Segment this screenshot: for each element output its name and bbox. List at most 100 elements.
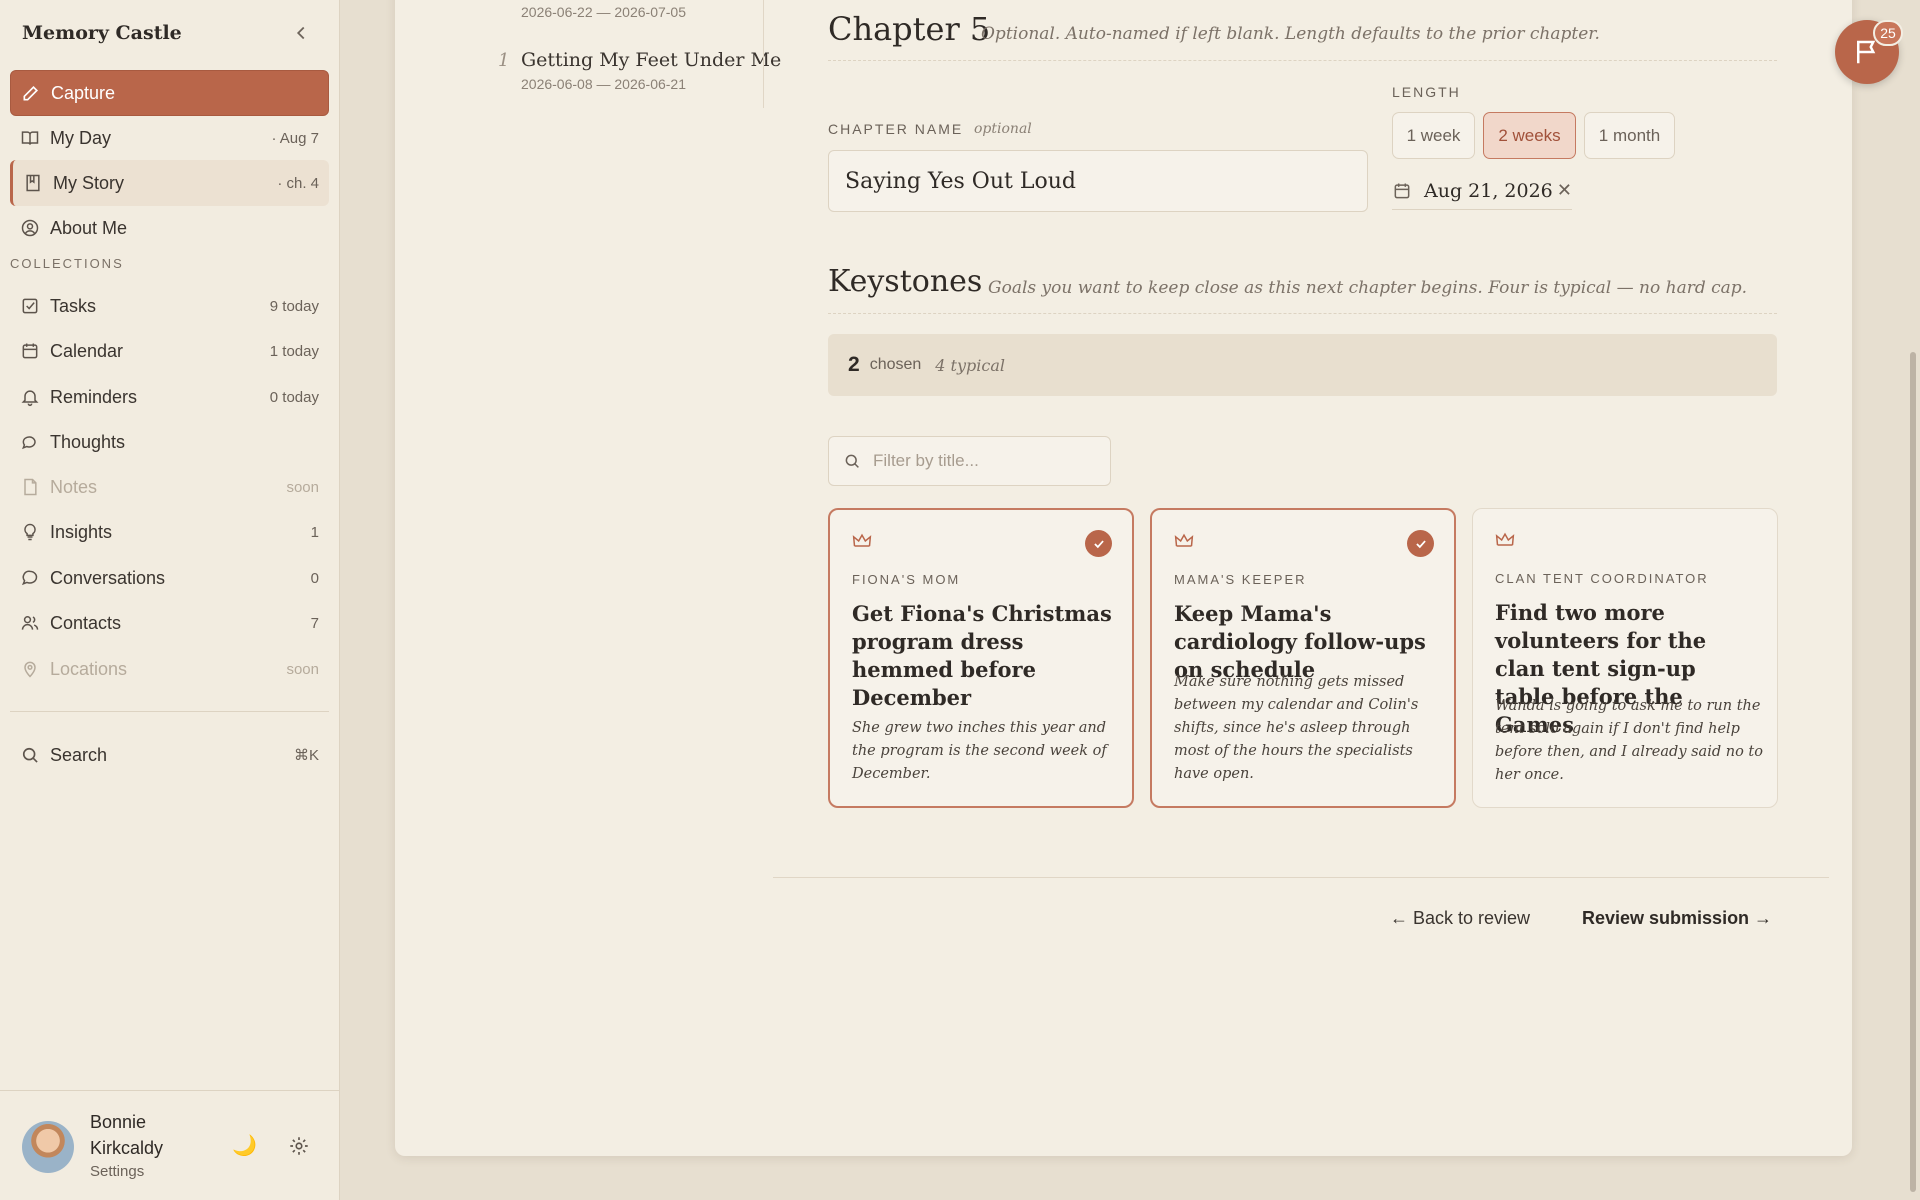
gear-icon[interactable] xyxy=(288,1135,310,1157)
sidebar-item-about-me[interactable]: About Me xyxy=(10,205,329,251)
review-submission-button[interactable]: Review submission → xyxy=(1582,908,1772,929)
sidebar-item-label: Calendar xyxy=(50,340,124,361)
keystone-card[interactable]: CLAN TENT COORDINATOR Find two more volu… xyxy=(1472,508,1778,808)
keystones-hint: Goals you want to keep close as this nex… xyxy=(988,278,1748,298)
sidebar-item-calendar[interactable]: Calendar 1 today xyxy=(10,328,329,374)
sidebar-item-label: About Me xyxy=(50,217,128,238)
length-option-1-week[interactable]: 1 week xyxy=(1392,112,1475,159)
search-label: Search xyxy=(50,744,108,765)
filter-placeholder: Filter by title... xyxy=(873,451,979,470)
note-icon xyxy=(24,478,37,496)
keystone-card[interactable]: FIONA'S MOM Get Fiona's Christmas progra… xyxy=(828,508,1134,808)
sidebar-item-locations: Locations soon xyxy=(10,646,329,692)
keystones-rule xyxy=(828,313,1777,314)
chapter-hint: Optional. Auto-named if left blank. Leng… xyxy=(981,24,1600,44)
calendar-icon xyxy=(1394,183,1410,198)
timeline-item-dates: 2026-06-08 — 2026-06-21 xyxy=(521,76,687,92)
sidebar-item-label: Locations xyxy=(50,658,128,679)
sidebar-item-conversations[interactable]: Conversations 0 xyxy=(10,555,329,601)
card-description: Wanda is going to ask me to run the tent… xyxy=(1495,698,1763,783)
sidebar-item-label: Reminders xyxy=(50,386,138,407)
moon-icon[interactable]: 🌙 xyxy=(232,1133,257,1158)
check-icon[interactable] xyxy=(1407,530,1434,557)
sidebar-item-meta: · ch. 4 xyxy=(277,174,319,192)
search-shortcut: ⌘K xyxy=(293,747,319,764)
sidebar-item-label: Thoughts xyxy=(50,431,126,452)
scrollbar[interactable] xyxy=(1910,352,1916,1192)
footer-divider xyxy=(773,877,1829,878)
sidebar-item-meta: · Aug 7 xyxy=(271,129,319,147)
profile-footer: Bonnie Kirkcaldy Settings 🌙 xyxy=(0,1090,340,1200)
lightbulb-icon xyxy=(24,523,36,541)
calendar-icon xyxy=(22,343,38,359)
chapter-rule xyxy=(828,60,1777,61)
sidebar-item-tasks[interactable]: Tasks 9 today xyxy=(10,283,329,329)
timeline-item-number: 1 xyxy=(498,50,510,71)
bookmark-book-icon xyxy=(26,174,40,192)
sidebar-item-meta: 1 xyxy=(310,523,319,541)
chosen-label: chosen xyxy=(869,356,922,373)
avatar[interactable] xyxy=(22,1121,74,1173)
book-open-icon xyxy=(21,131,39,145)
people-icon xyxy=(21,616,39,630)
filter-input[interactable]: Filter by title... xyxy=(828,436,1111,486)
notification-badge: 25 xyxy=(1873,20,1903,46)
card-title: Get Fiona's Christmas program dress hemm… xyxy=(852,601,1112,710)
keystone-card[interactable]: MAMA'S KEEPER Keep Mama's cardiology fol… xyxy=(1150,508,1456,808)
search-icon xyxy=(845,454,859,468)
chapter-name-input[interactable]: Saying Yes Out Loud xyxy=(828,150,1368,212)
card-description: She grew two inches this year and the pr… xyxy=(852,720,1107,782)
chevron-left-icon[interactable] xyxy=(290,22,312,44)
capture-label: Capture xyxy=(51,82,116,103)
sidebar-item-thoughts[interactable]: Thoughts xyxy=(10,419,329,465)
chapter-heading: Chapter 5 xyxy=(828,10,991,48)
sidebar-item-meta: soon xyxy=(286,478,319,496)
sidebar-item-meta: 1 today xyxy=(269,342,319,360)
keystone-count-bar: 2 chosen 4 typical xyxy=(828,334,1777,396)
capture-button[interactable]: Capture xyxy=(10,70,329,116)
length-label: LENGTH xyxy=(1392,84,1461,100)
user-circle-icon xyxy=(21,219,39,237)
check-icon[interactable] xyxy=(1085,530,1112,557)
checkbox-icon xyxy=(22,298,38,314)
sidebar-item-insights[interactable]: Insights 1 xyxy=(10,509,329,555)
keystones-heading: Keystones xyxy=(828,264,983,299)
sidebar-item-label: My Day xyxy=(50,127,112,148)
crown-icon xyxy=(1174,533,1194,547)
card-role: FIONA'S MOM xyxy=(852,572,961,587)
sidebar-item-meta: 0 xyxy=(310,569,319,587)
sidebar-divider xyxy=(10,711,329,712)
card-role: MAMA'S KEEPER xyxy=(1174,572,1307,587)
app-title: Memory Castle xyxy=(22,22,182,44)
card-description: Make sure nothing gets missed between my… xyxy=(1174,674,1419,782)
profile-name: Bonnie Kirkcaldy xyxy=(90,1112,164,1158)
crown-icon xyxy=(1495,532,1515,546)
speech-bubble-icon xyxy=(22,436,36,450)
settings-link[interactable]: Settings xyxy=(90,1163,144,1180)
sidebar: Memory Castle Capture My Day · Aug 7 My … xyxy=(0,0,340,1200)
sidebar-item-my-day[interactable]: My Day · Aug 7 xyxy=(10,115,329,161)
typical-label: 4 typical xyxy=(935,355,1005,375)
sidebar-item-my-story[interactable]: My Story · ch. 4 xyxy=(10,160,329,206)
length-option-1-month[interactable]: 1 month xyxy=(1584,112,1675,159)
sidebar-item-label: Conversations xyxy=(50,567,166,588)
sidebar-item-label: Tasks xyxy=(50,295,97,316)
sidebar-search[interactable]: Search ⌘K xyxy=(10,732,329,778)
sidebar-item-label: My Story xyxy=(53,172,125,193)
back-to-review-link[interactable]: ← Back to review xyxy=(1390,908,1530,929)
chat-icon xyxy=(21,570,38,586)
sidebar-item-label: Insights xyxy=(50,521,113,542)
sidebar-item-notes: Notes soon xyxy=(10,464,329,510)
search-icon xyxy=(22,747,38,763)
clear-date-icon[interactable]: ✕ xyxy=(1557,180,1572,201)
length-option-2-weeks[interactable]: 2 weeks xyxy=(1483,112,1576,159)
sidebar-item-reminders[interactable]: Reminders 0 today xyxy=(10,374,329,420)
timeline-divider xyxy=(763,0,764,108)
sidebar-item-label: Contacts xyxy=(50,612,122,633)
timeline-item-title[interactable]: Getting My Feet Under Me xyxy=(521,49,781,71)
timeline-prev-dates: 2026-06-22 — 2026-07-05 xyxy=(521,4,687,20)
end-date-picker[interactable]: Aug 21, 2026 ✕ xyxy=(1392,172,1572,210)
sidebar-item-contacts[interactable]: Contacts 7 xyxy=(10,600,329,646)
sidebar-item-meta: 7 xyxy=(310,614,319,632)
keystone-count: 2 xyxy=(848,353,860,376)
